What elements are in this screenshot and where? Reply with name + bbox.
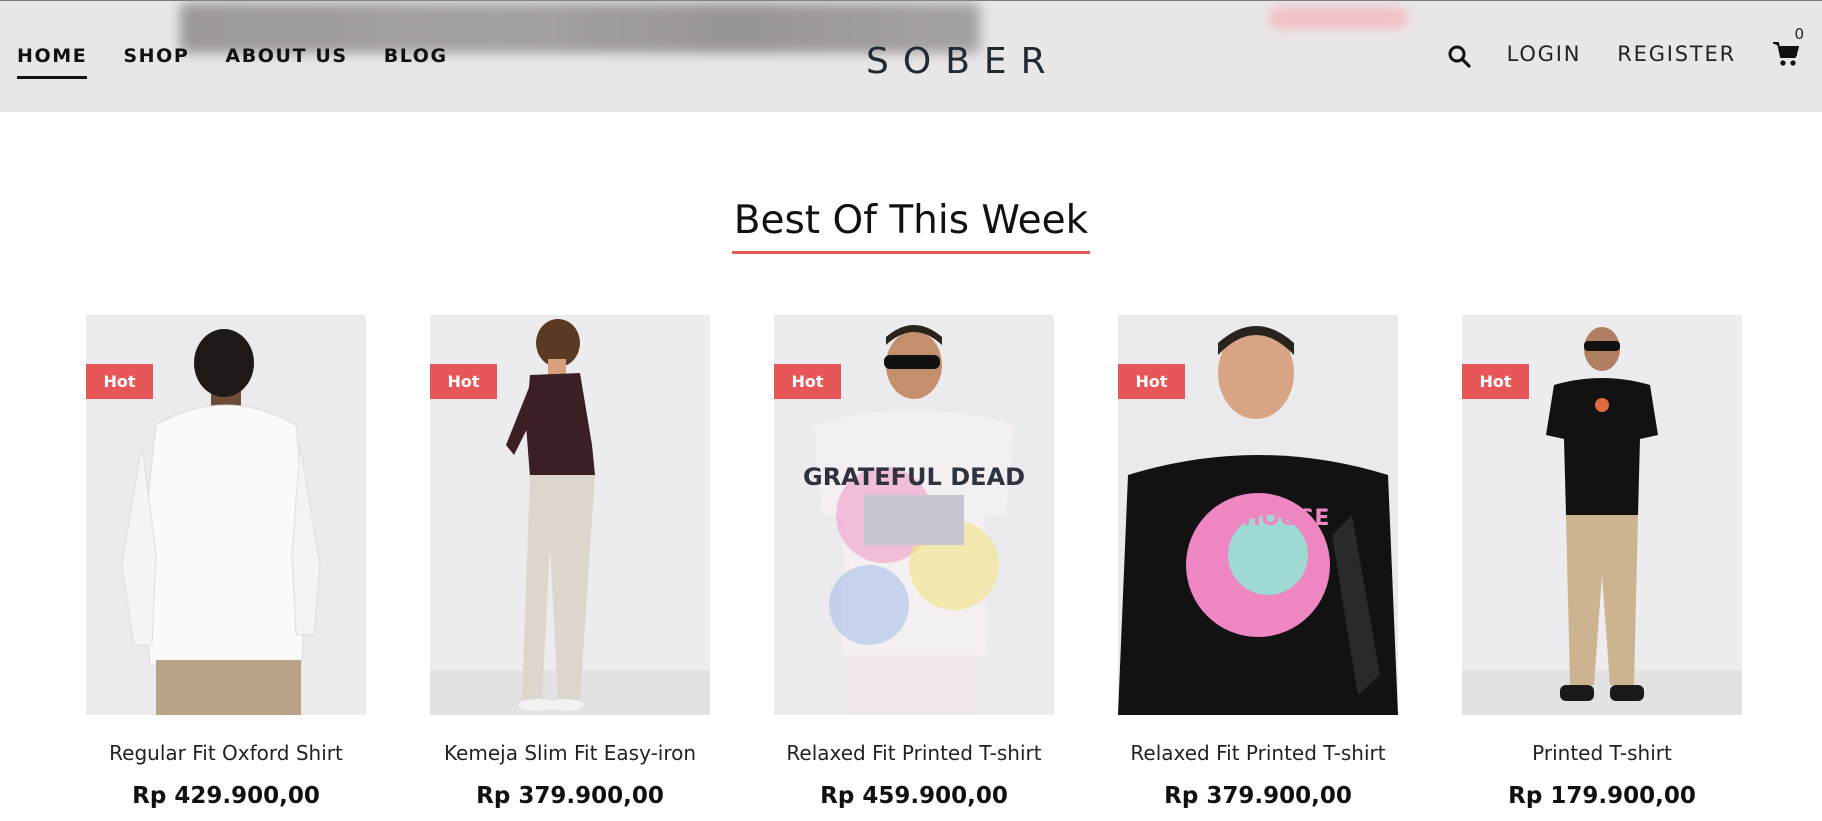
search-icon[interactable] <box>1447 44 1471 68</box>
product-image[interactable]: CHOOSE Hot <box>1118 315 1398 715</box>
product-price: Rp 179.900,00 <box>1508 783 1696 809</box>
cart-button[interactable]: 0 <box>1772 25 1804 67</box>
site-logo[interactable]: SOBER <box>866 41 1060 82</box>
product-price: Rp 429.900,00 <box>132 783 320 809</box>
product-price: Rp 379.900,00 <box>1164 783 1352 809</box>
section-header: Best Of This Week <box>0 198 1822 254</box>
hot-badge: Hot <box>86 364 153 399</box>
product-image[interactable]: GRATEFUL DEAD Hot <box>774 315 1054 715</box>
nav-home[interactable]: HOME <box>17 45 88 79</box>
product-name[interactable]: Kemeja Slim Fit Easy-iron <box>430 741 710 765</box>
product-name[interactable]: Regular Fit Oxford Shirt <box>86 741 366 765</box>
hot-badge: Hot <box>430 364 497 399</box>
hot-badge: Hot <box>774 364 841 399</box>
svg-text:CHOOSE: CHOOSE <box>1227 506 1330 531</box>
hot-badge: Hot <box>1462 364 1529 399</box>
cart-count: 0 <box>1794 25 1804 43</box>
section-title: Best Of This Week <box>731 198 1091 254</box>
hot-badge: Hot <box>1118 364 1185 399</box>
product-card[interactable]: Hot Kemeja Slim Fit Easy-iron Rp 379.900… <box>430 315 710 809</box>
product-price: Rp 379.900,00 <box>476 783 664 809</box>
register-link[interactable]: REGISTER <box>1617 42 1736 66</box>
product-image[interactable]: Hot <box>86 315 366 715</box>
product-name[interactable]: Printed T-shirt <box>1462 741 1742 765</box>
product-name[interactable]: Relaxed Fit Printed T-shirt <box>1118 741 1398 765</box>
product-card[interactable]: Hot Regular Fit Oxford Shirt Rp 429.900,… <box>86 315 366 809</box>
cart-icon <box>1773 42 1799 66</box>
blurred-promo-pill <box>1268 7 1408 29</box>
login-link[interactable]: LOGIN <box>1507 42 1582 66</box>
product-grid: Hot Regular Fit Oxford Shirt Rp 429.900,… <box>86 315 1742 809</box>
nav-about-us[interactable]: ABOUT US <box>225 45 347 79</box>
account-nav: LOGIN REGISTER 0 <box>1447 25 1804 68</box>
product-name[interactable]: Relaxed Fit Printed T-shirt <box>774 741 1054 765</box>
product-image[interactable]: Hot <box>430 315 710 715</box>
svg-text:GRATEFUL DEAD: GRATEFUL DEAD <box>803 463 1025 491</box>
product-image[interactable]: Hot <box>1462 315 1742 715</box>
product-card[interactable]: GRATEFUL DEAD Hot Relaxed Fit Printed T-… <box>774 315 1054 809</box>
product-card[interactable]: CHOOSE Hot Relaxed Fit Printed T-shirt R… <box>1118 315 1398 809</box>
nav-blog[interactable]: BLOG <box>384 45 448 79</box>
main-nav: HOME SHOP ABOUT US BLOG <box>17 45 448 79</box>
nav-shop[interactable]: SHOP <box>123 45 189 79</box>
product-card[interactable]: Hot Printed T-shirt Rp 179.900,00 <box>1462 315 1742 809</box>
product-price: Rp 459.900,00 <box>820 783 1008 809</box>
site-header: HOME SHOP ABOUT US BLOG SOBER LOGIN REGI… <box>0 0 1822 112</box>
